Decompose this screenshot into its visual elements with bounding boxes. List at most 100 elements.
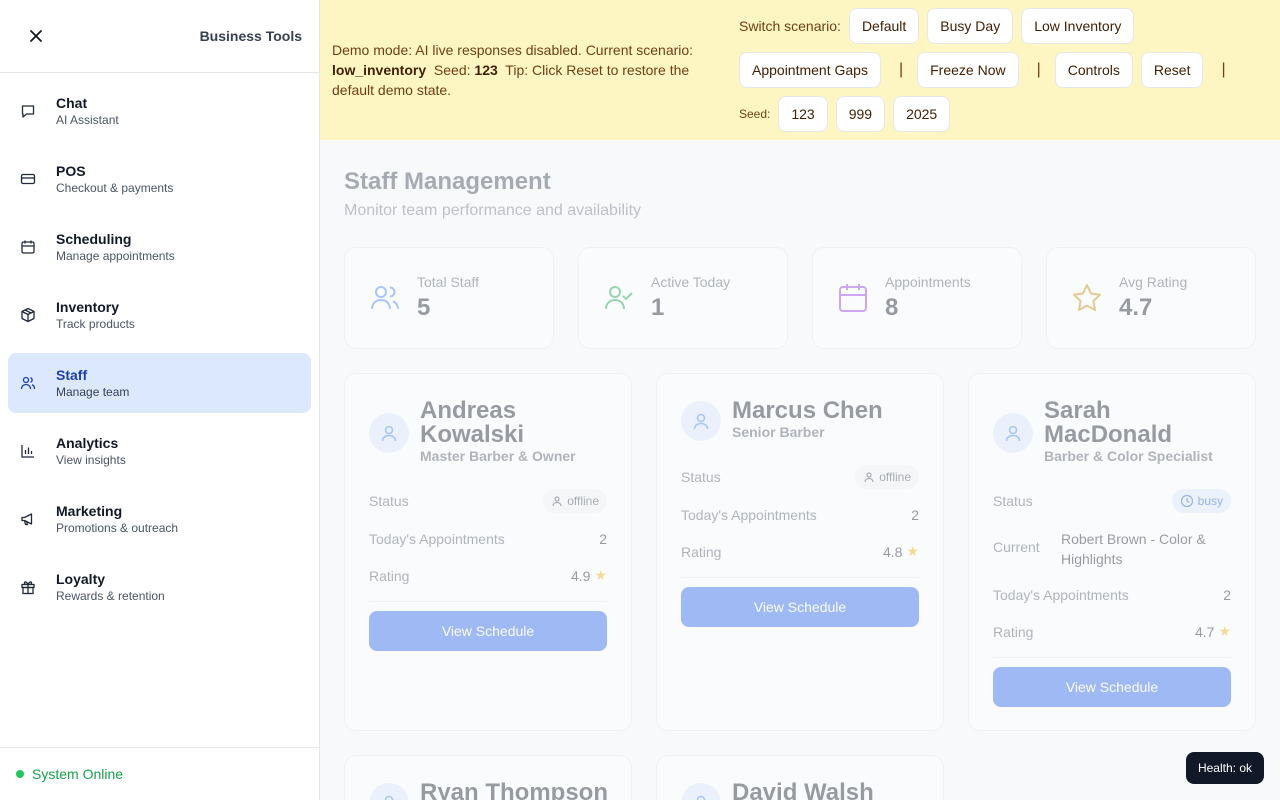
sidebar-item-sub: Track products	[56, 317, 135, 331]
current-appointment: Robert Brown - Color & Highlights	[1061, 531, 1206, 567]
user-icon	[693, 413, 709, 430]
star-icon: ★	[1218, 623, 1231, 639]
sidebar-footer: System Online	[0, 747, 319, 800]
rating-label: Rating	[369, 567, 410, 584]
sidebar-item-label: Scheduling	[56, 231, 132, 247]
sidebar-item-marketing[interactable]: Marketing Promotions & outreach	[8, 489, 311, 549]
current-seed: 123	[474, 62, 498, 78]
sidebar-item-scheduling[interactable]: Scheduling Manage appointments	[8, 217, 311, 277]
status-label: Status	[369, 493, 409, 509]
avatar	[681, 783, 721, 800]
sidebar-item-chat[interactable]: Chat AI Assistant	[8, 81, 311, 141]
view-schedule-button[interactable]: View Schedule	[993, 667, 1231, 707]
seed-123-button[interactable]: 123	[778, 96, 828, 132]
sidebar-item-label: Loyalty	[56, 571, 106, 587]
avatar	[369, 783, 409, 800]
system-status-text: System Online	[32, 766, 124, 782]
user-icon	[381, 425, 397, 442]
close-sidebar-button[interactable]	[24, 24, 48, 48]
close-icon	[30, 30, 42, 42]
stat-label: Appointments	[885, 274, 971, 290]
sidebar-item-sub: Rewards & retention	[56, 589, 165, 603]
clock-icon	[1180, 494, 1193, 508]
megaphone-icon	[20, 511, 36, 527]
seed-2025-button[interactable]: 2025	[893, 96, 951, 132]
sidebar-item-label: Marketing	[56, 503, 123, 519]
staff-role: Barber & Color Specialist	[1044, 448, 1213, 464]
freeze-now-button[interactable]: Freeze Now	[917, 52, 1019, 88]
sidebar-item-sub: Manage appointments	[56, 249, 175, 263]
sidebar-item-sub: Checkout & payments	[56, 181, 174, 195]
seed-label: Seed:	[433, 62, 471, 78]
sidebar-item-sub: AI Assistant	[56, 113, 119, 127]
controls-button[interactable]: Controls	[1054, 52, 1133, 88]
page-subtitle: Monitor team performance and availabilit…	[344, 202, 642, 219]
online-status-dot	[16, 770, 24, 778]
user-icon	[696, 795, 706, 800]
scenario-low-inventory-button[interactable]: Low Inventory	[1021, 8, 1135, 44]
rating-label: Rating	[993, 623, 1034, 640]
demo-controls: Switch scenario: Default Busy Day Low In…	[739, 8, 1259, 140]
staff-card: Ryan Thompson	[344, 755, 632, 800]
stat-value: 1	[651, 294, 665, 321]
calendar-icon	[839, 284, 867, 312]
sidebar-item-sub: Manage team	[56, 385, 130, 399]
separator: |	[898, 61, 904, 78]
chat-icon	[20, 103, 36, 119]
view-schedule-button[interactable]: View Schedule	[369, 611, 607, 651]
stat-card-active-today: Active Today 1	[578, 247, 788, 349]
staff-name: Marcus Chen	[732, 397, 883, 424]
sidebar-item-label: Inventory	[56, 299, 120, 315]
staff-role: Senior Barber	[732, 424, 825, 440]
user-icon	[384, 795, 394, 800]
staff-card: Andreas Kowalski Master Barber & Owner S…	[344, 373, 632, 731]
stat-label: Total Staff	[417, 274, 480, 290]
user-check-icon	[605, 286, 633, 310]
staff-name: Ryan Thompson	[420, 779, 609, 800]
user-icon	[1005, 425, 1021, 442]
staff-card: David Walsh	[656, 755, 944, 800]
reset-button[interactable]: Reset	[1140, 52, 1204, 88]
staff-card: Marcus Chen Senior Barber Status offline …	[656, 373, 944, 731]
view-schedule-button[interactable]: View Schedule	[681, 587, 919, 627]
appointments-label: Today's Appointments	[369, 531, 505, 547]
sidebar-item-label: Staff	[56, 367, 88, 383]
staff-name: David Walsh	[732, 779, 874, 800]
users-icon	[20, 375, 36, 391]
sidebar-item-label: Chat	[56, 95, 88, 111]
scenario-busy-day-button[interactable]: Busy Day	[927, 8, 1014, 44]
sidebar-item-loyalty[interactable]: Loyalty Rewards & retention	[8, 557, 311, 617]
divider	[681, 577, 919, 578]
sidebar-item-sub: View insights	[56, 453, 126, 467]
credit-card-icon	[20, 171, 36, 187]
stat-value: 5	[417, 294, 431, 321]
stat-card-total-staff: Total Staff 5	[344, 247, 554, 349]
package-icon	[20, 307, 36, 323]
staff-name: Andreas Kowalski	[420, 397, 525, 448]
avatar	[369, 413, 409, 453]
stat-card-appointments: Appointments 8	[812, 247, 1022, 349]
divider	[369, 601, 607, 602]
separator: |	[1036, 61, 1041, 78]
staff-management-page: Staff Management Monitor team performanc…	[320, 140, 1280, 800]
sidebar-item-label: POS	[56, 163, 86, 179]
sidebar-item-inventory[interactable]: Inventory Track products	[8, 285, 311, 345]
sidebar-item-analytics[interactable]: Analytics View insights	[8, 421, 311, 481]
appointments-label: Today's Appointments	[993, 587, 1129, 603]
seed-999-button[interactable]: 999	[835, 96, 886, 132]
scenario-appointment-gaps-button[interactable]: Appointment Gaps	[739, 52, 881, 88]
status-label: Status	[681, 469, 721, 485]
page-title: Staff Management	[344, 168, 551, 195]
rating-value: 4.8	[882, 543, 903, 560]
scenario-default-button[interactable]: Default	[848, 8, 920, 44]
stat-value: 8	[885, 294, 899, 321]
user-icon	[864, 472, 874, 483]
stat-card-avg-rating: Avg Rating 4.7	[1046, 247, 1256, 349]
star-icon	[1073, 284, 1101, 311]
calendar-icon	[20, 239, 36, 255]
sidebar-item-staff[interactable]: Staff Manage team	[8, 353, 311, 413]
sidebar-item-pos[interactable]: POS Checkout & payments	[8, 149, 311, 209]
staff-card: Sarah MacDonald Barber & Color Specialis…	[968, 373, 1256, 731]
seed-row-label: Seed:	[739, 107, 771, 121]
sidebar-nav: Chat AI Assistant POS Checkout & payments …	[0, 73, 319, 633]
